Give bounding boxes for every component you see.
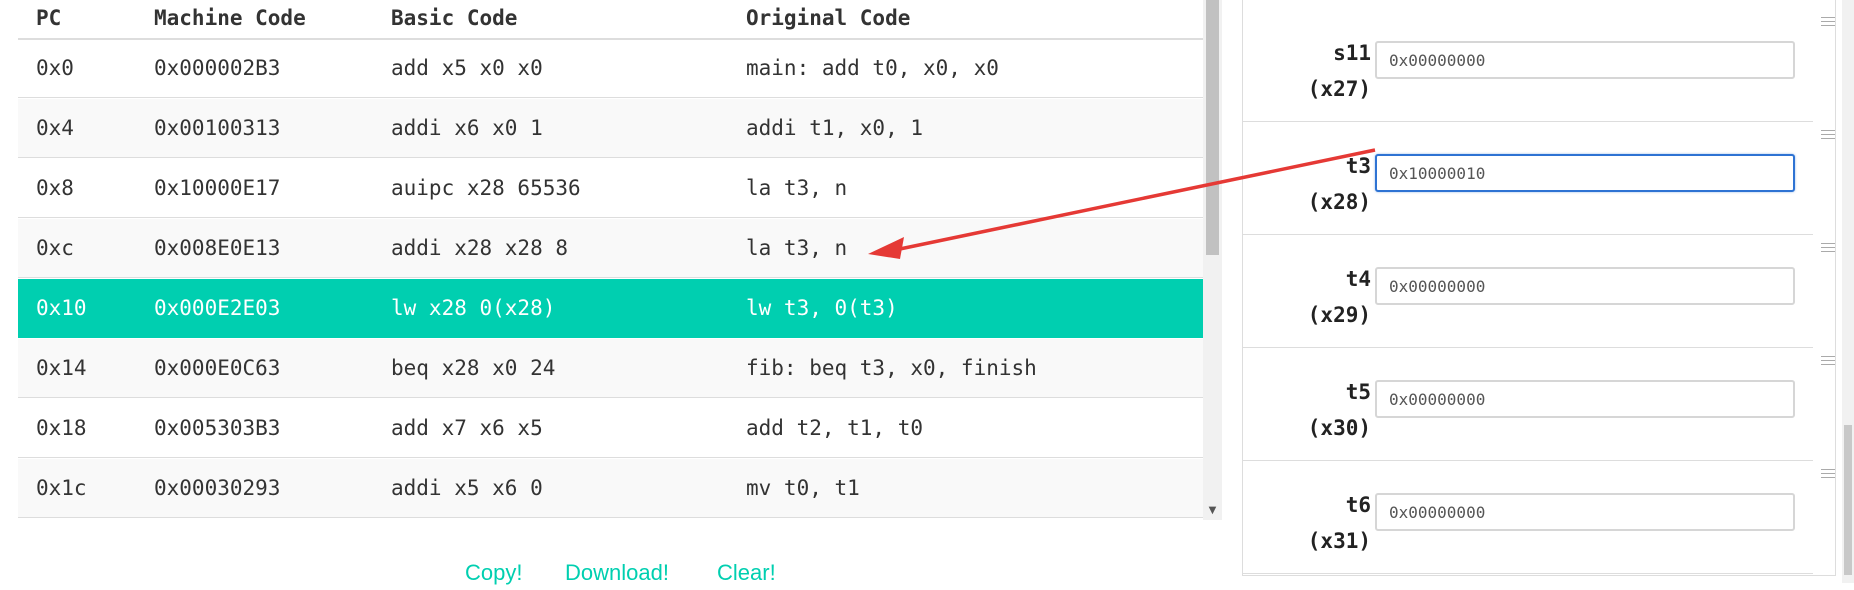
register-alias: t3 [1345, 154, 1371, 178]
code-table-scroll-thumb[interactable] [1206, 0, 1219, 255]
header-original-code: Original Code [746, 6, 911, 30]
cell-pc: 0x1c [36, 476, 87, 500]
table-row[interactable]: 0xc 0x008E0E13 addi x28 x28 8 la t3, n [18, 219, 1203, 278]
resize-grip-icon[interactable] [1821, 356, 1835, 366]
clear-button[interactable]: Clear! [717, 560, 776, 586]
cell-machine-code: 0x000002B3 [154, 56, 281, 80]
cell-basic-code: add x7 x6 x5 [391, 416, 543, 440]
register-row-t3: t3 (x28) [1243, 122, 1835, 235]
register-alias: t5 [1345, 380, 1371, 404]
cell-basic-code: beq x28 x0 24 [391, 356, 556, 380]
resize-grip-icon[interactable] [1821, 243, 1835, 253]
cell-original-code: la t3, n [746, 176, 848, 200]
register-number: (x28) [1307, 190, 1371, 214]
cell-pc: 0x8 [36, 176, 74, 200]
register-panel-scroll-thumb[interactable] [1844, 425, 1852, 575]
cell-machine-code: 0x10000E17 [154, 176, 281, 200]
cell-original-code: mv t0, t1 [746, 476, 860, 500]
table-row[interactable]: 0x4 0x00100313 addi x6 x0 1 addi t1, x0, 1 [18, 99, 1203, 158]
header-pc: PC [36, 6, 62, 30]
table-row[interactable]: 0x1c 0x00030293 addi x5 x6 0 mv t0, t1 [18, 459, 1203, 518]
register-number: (x27) [1307, 77, 1371, 101]
cell-pc: 0x14 [36, 356, 87, 380]
register-panel: s11 (x27) t3 (x28) t4 (x29) t5 (x30) t6 (x31) [1242, 0, 1836, 576]
table-row-current[interactable]: 0x10 0x000E2E03 lw x28 0(x28) lw t3, 0(t3) [18, 279, 1203, 338]
cell-machine-code: 0x000E0C63 [154, 356, 281, 380]
register-row-t4: t4 (x29) [1243, 235, 1835, 348]
register-number: (x29) [1307, 303, 1371, 327]
code-table-scrollbar[interactable]: ▼ [1203, 0, 1222, 520]
cell-pc: 0x4 [36, 116, 74, 140]
cell-basic-code: addi x6 x0 1 [391, 116, 543, 140]
register-value-field-t6[interactable] [1375, 493, 1795, 531]
table-row[interactable]: 0x14 0x000E0C63 beq x28 x0 24 fib: beq t3, … [18, 339, 1203, 398]
table-row[interactable]: 0x0 0x000002B3 add x5 x0 x0 main: add t0, x… [18, 39, 1203, 98]
cell-machine-code: 0x00100313 [154, 116, 281, 140]
cell-pc: 0xc [36, 236, 74, 260]
register-alias: t6 [1345, 493, 1371, 517]
table-row[interactable]: 0x18 0x005303B3 add x7 x6 x5 add t2, t1, t0 [18, 399, 1203, 458]
table-row[interactable]: 0x8 0x10000E17 auipc x28 65536 la t3, n [18, 159, 1203, 218]
cell-pc: 0x0 [36, 56, 74, 80]
register-alias: s11 [1333, 41, 1371, 65]
cell-basic-code: addi x28 x28 8 [391, 236, 569, 260]
register-row-s11: s11 (x27) [1243, 9, 1835, 122]
cell-machine-code: 0x00030293 [154, 476, 281, 500]
cell-machine-code: 0x005303B3 [154, 416, 281, 440]
register-number: (x30) [1307, 416, 1371, 440]
cell-machine-code: 0x000E2E03 [154, 296, 281, 320]
copy-button[interactable]: Copy! [465, 560, 522, 586]
resize-grip-icon[interactable] [1821, 17, 1835, 27]
cell-basic-code: auipc x28 65536 [391, 176, 581, 200]
resize-grip-icon[interactable] [1821, 469, 1835, 479]
cell-original-code: fib: beq t3, x0, finish [746, 356, 1037, 380]
table-header: PC Machine Code Basic Code Original Code [18, 0, 1203, 40]
register-value-field-t5[interactable] [1375, 380, 1795, 418]
cell-machine-code: 0x008E0E13 [154, 236, 281, 260]
scroll-down-arrow-icon[interactable]: ▼ [1203, 501, 1222, 520]
cell-basic-code: lw x28 0(x28) [391, 296, 556, 320]
cell-original-code: lw t3, 0(t3) [746, 296, 898, 320]
register-value-field-s11[interactable] [1375, 41, 1795, 79]
cell-original-code: add t2, t1, t0 [746, 416, 924, 440]
header-machine-code: Machine Code [154, 6, 306, 30]
cell-pc: 0x18 [36, 416, 87, 440]
download-button[interactable]: Download! [565, 560, 669, 586]
register-value-field-t4[interactable] [1375, 267, 1795, 305]
cell-basic-code: add x5 x0 x0 [391, 56, 543, 80]
cell-original-code: addi t1, x0, 1 [746, 116, 924, 140]
resize-grip-icon[interactable] [1821, 130, 1835, 140]
register-row-t5: t5 (x30) [1243, 348, 1835, 461]
register-value-field-t3[interactable] [1375, 154, 1795, 192]
cell-original-code: main: add t0, x0, x0 [746, 56, 999, 80]
register-panel-scrollbar[interactable] [1842, 0, 1854, 583]
register-alias: t4 [1345, 267, 1371, 291]
cell-pc: 0x10 [36, 296, 87, 320]
register-number: (x31) [1307, 529, 1371, 553]
code-table: PC Machine Code Basic Code Original Code… [18, 0, 1203, 520]
cell-basic-code: addi x5 x6 0 [391, 476, 543, 500]
header-basic-code: Basic Code [391, 6, 518, 30]
register-row-t6: t6 (x31) [1243, 461, 1835, 574]
cell-original-code: la t3, n [746, 236, 848, 260]
